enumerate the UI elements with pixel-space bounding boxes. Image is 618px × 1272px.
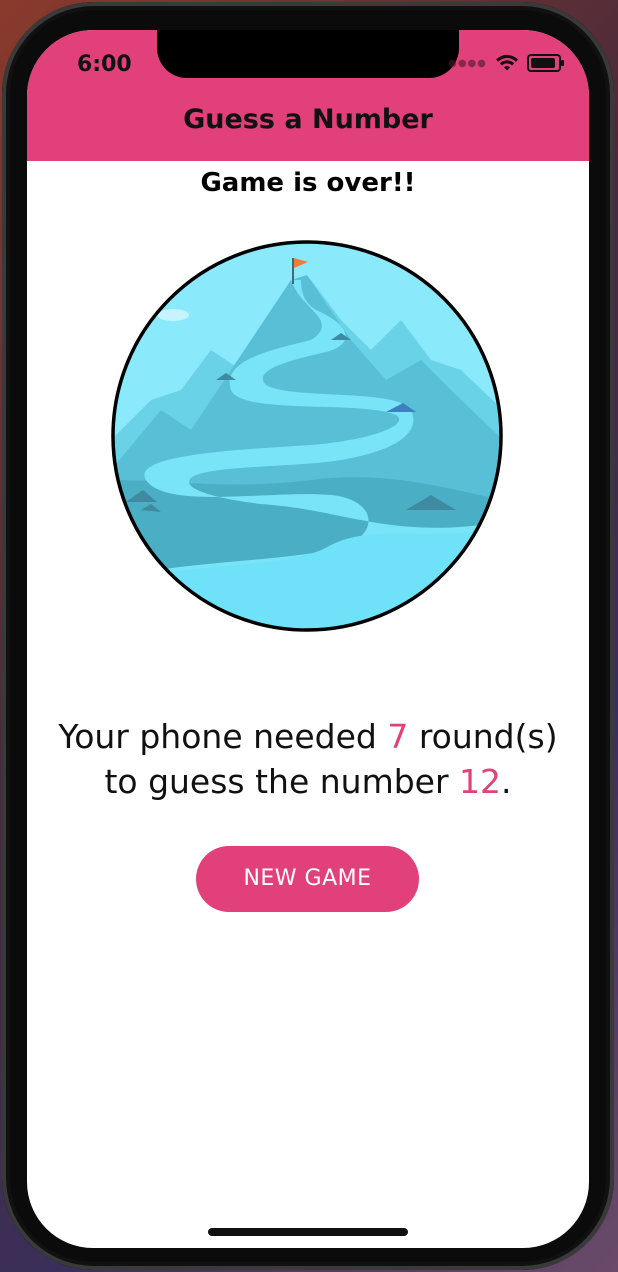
home-indicator[interactable] xyxy=(208,1228,408,1236)
game-over-heading: Game is over!! xyxy=(200,168,416,198)
rounds-count: 7 xyxy=(387,717,409,756)
status-time: 6:00 xyxy=(77,52,132,77)
guessed-number: 12 xyxy=(459,762,502,801)
header-bar: 6:00 ●●●● Guess a Number xyxy=(27,30,589,161)
app-title: Guess a Number xyxy=(183,104,433,135)
result-text-part: to guess the number xyxy=(104,762,460,801)
app-screen: 6:00 ●●●● Guess a Number Game is over!! xyxy=(27,30,589,1248)
battery-icon xyxy=(527,54,564,72)
cellular-signal-icon: ●●●● xyxy=(448,57,487,69)
status-icons: ●●●● xyxy=(448,54,564,72)
result-line-1: Your phone needed 7 round(s) xyxy=(27,714,589,759)
result-text: Your phone needed 7 round(s) to guess th… xyxy=(27,714,589,804)
mountain-summit-image xyxy=(111,240,503,632)
device-notch xyxy=(157,30,459,78)
result-text-part: Your phone needed xyxy=(58,717,388,756)
result-line-2: to guess the number 12. xyxy=(27,759,589,804)
result-text-part: round(s) xyxy=(408,717,558,756)
new-game-button[interactable]: NEW GAME xyxy=(196,846,419,912)
phone-frame: 6:00 ●●●● Guess a Number Game is over!! xyxy=(2,2,614,1270)
result-text-part: . xyxy=(501,762,512,801)
wifi-icon xyxy=(496,54,518,71)
